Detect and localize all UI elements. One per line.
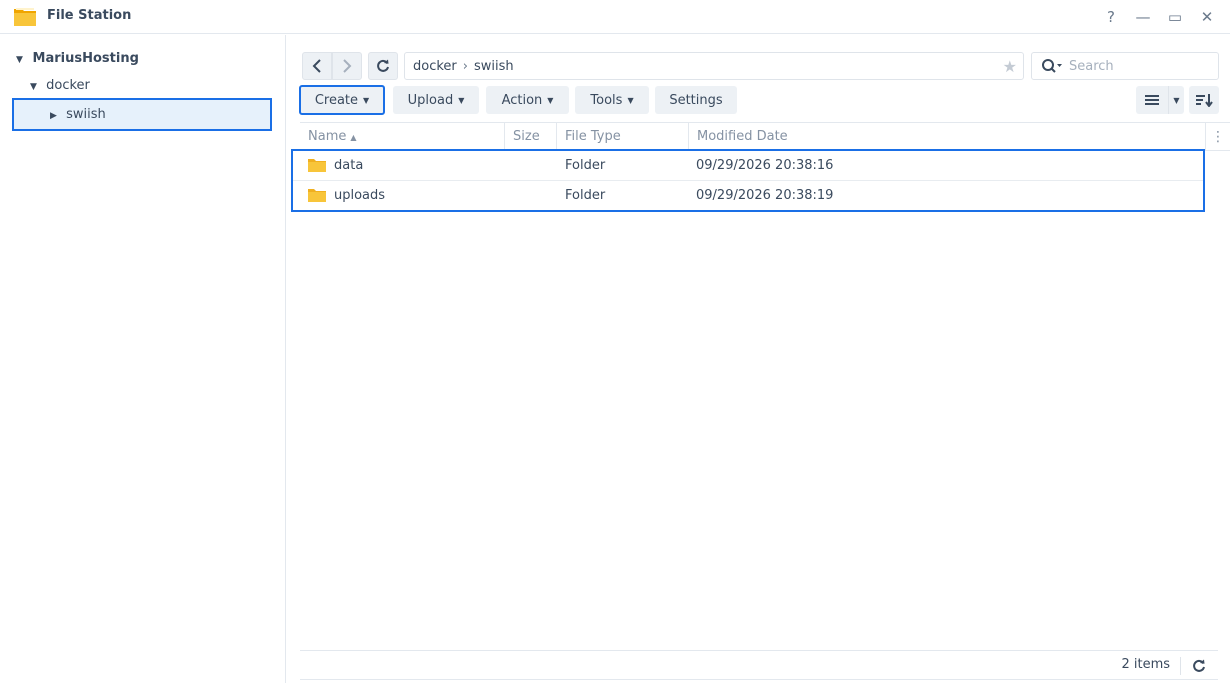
- chevron-right-icon: [343, 59, 352, 73]
- sort-asc-icon: ▲: [350, 133, 357, 142]
- tree-item-docker[interactable]: ▼ docker: [30, 74, 90, 98]
- main-panel: docker › swiish ★ Create ▼ Upload ▼ Action…: [287, 35, 1230, 683]
- column-header-size[interactable]: Size: [505, 123, 557, 151]
- minimize-button[interactable]: —: [1133, 7, 1153, 27]
- search-input[interactable]: [1069, 58, 1199, 74]
- settings-label: Settings: [669, 92, 723, 108]
- path-segment[interactable]: swiish: [474, 59, 514, 74]
- divider: [1180, 657, 1181, 675]
- tools-button[interactable]: Tools ▼: [575, 86, 649, 114]
- search-box[interactable]: [1031, 52, 1219, 80]
- create-label: Create: [314, 92, 359, 108]
- path-bar[interactable]: docker › swiish ★: [404, 52, 1024, 80]
- path-segment[interactable]: docker: [413, 59, 457, 74]
- dropdown-arrow-icon: ▼: [363, 95, 370, 105]
- sort-button[interactable]: [1189, 86, 1219, 114]
- app-title: File Station: [47, 8, 132, 23]
- tools-label: Tools: [590, 92, 623, 108]
- table-row[interactable]: uploads Folder 09/29/2026 20:38:19: [293, 180, 1203, 209]
- file-station-app-icon: [14, 8, 36, 26]
- view-dropdown-button[interactable]: ▼: [1168, 86, 1184, 114]
- file-modified: 09/29/2026 20:38:19: [696, 188, 834, 203]
- refresh-icon: [377, 59, 389, 72]
- sidebar-tree: ▼ MariusHosting ▼ docker ▶ swiish: [0, 35, 286, 683]
- column-header-modified[interactable]: Modified Date: [689, 123, 1206, 151]
- status-footer: 2 items: [300, 650, 1218, 680]
- create-button[interactable]: Create ▼: [299, 85, 385, 115]
- file-name: uploads: [334, 188, 386, 203]
- table-row[interactable]: data Folder 09/29/2026 20:38:16: [293, 151, 1203, 180]
- column-menu-icon[interactable]: ⋮: [1210, 123, 1226, 151]
- item-count: 2 items: [1121, 657, 1170, 672]
- file-list: data Folder 09/29/2026 20:38:16 uploads …: [291, 149, 1205, 212]
- help-button[interactable]: ?: [1101, 7, 1121, 27]
- title-bar: File Station ? — ▭ ✕: [0, 0, 1230, 34]
- tree-item-swiish[interactable]: ▶ swiish: [12, 98, 272, 131]
- caret-right-icon: ▶: [50, 111, 57, 121]
- caret-down-icon: ▼: [30, 82, 37, 92]
- forward-button[interactable]: [332, 52, 362, 80]
- list-view-button[interactable]: [1136, 86, 1168, 114]
- tree-item-label: docker: [46, 78, 90, 93]
- tree-item-label: MariusHosting: [32, 51, 139, 66]
- caret-down-icon: ▼: [16, 55, 23, 65]
- file-name: data: [334, 158, 364, 173]
- star-icon[interactable]: ★: [1003, 57, 1017, 76]
- upload-label: Upload: [407, 92, 454, 108]
- dropdown-arrow-icon: ▼: [627, 95, 634, 105]
- upload-button[interactable]: Upload ▼: [393, 86, 479, 114]
- sort-icon: [1196, 94, 1213, 107]
- file-type: Folder: [565, 188, 606, 203]
- footer-refresh-button[interactable]: [1190, 657, 1208, 675]
- column-header-type[interactable]: File Type: [557, 123, 689, 151]
- column-header-name[interactable]: Name ▲: [300, 123, 505, 151]
- maximize-button[interactable]: ▭: [1165, 7, 1185, 27]
- list-icon: [1145, 95, 1159, 105]
- search-icon[interactable]: [1041, 58, 1063, 74]
- file-type: Folder: [565, 158, 606, 173]
- back-button[interactable]: [302, 52, 332, 80]
- refresh-button[interactable]: [368, 52, 398, 80]
- dropdown-arrow-icon: ▼: [547, 95, 554, 105]
- file-grid-header: Name ▲ Size File Type Modified Date ⋮: [300, 122, 1230, 151]
- folder-icon: [308, 189, 326, 202]
- chevron-left-icon: [312, 59, 321, 73]
- folder-icon: [308, 159, 326, 172]
- refresh-icon: [1193, 659, 1205, 672]
- chevron-right-icon: ›: [462, 58, 468, 74]
- column-label: Name: [308, 129, 347, 144]
- settings-button[interactable]: Settings: [655, 86, 737, 114]
- dropdown-arrow-icon: ▼: [1173, 95, 1180, 105]
- tree-item-label: swiish: [66, 107, 106, 122]
- action-label: Action: [501, 92, 543, 108]
- tree-item-root[interactable]: ▼ MariusHosting: [16, 47, 139, 71]
- file-modified: 09/29/2026 20:38:16: [696, 158, 834, 173]
- dropdown-arrow-icon: ▼: [458, 95, 465, 105]
- close-button[interactable]: ✕: [1197, 7, 1217, 27]
- action-button[interactable]: Action ▼: [486, 86, 569, 114]
